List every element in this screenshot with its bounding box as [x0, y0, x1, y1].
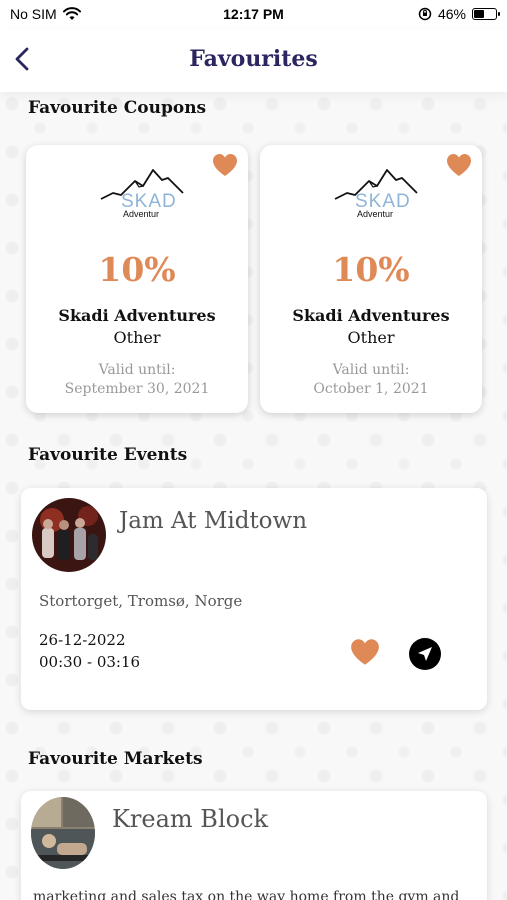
coupon-valid-date: October 1, 2021 [313, 381, 429, 397]
event-location: Stortorget, Tromsø, Norge [39, 592, 243, 610]
event-card[interactable]: Jam At Midtown Stortorget, Tromsø, Norge… [21, 488, 487, 710]
logo-subtext: Adventur [123, 209, 159, 219]
heart-icon[interactable] [212, 153, 238, 177]
heart-icon[interactable] [350, 638, 380, 666]
navigation-bar: Favourites [0, 30, 507, 92]
coupon-vendor-name: Skadi Adventures [58, 306, 216, 325]
coupon-category: Other [347, 328, 395, 347]
status-bar: No SIM 12:17 PM 46% [0, 0, 507, 30]
navigation-arrow-icon[interactable] [409, 638, 441, 670]
coupon-valid-label: Valid until: [332, 362, 410, 378]
heart-icon[interactable] [446, 153, 472, 177]
event-date: 26-12-2022 [39, 631, 126, 649]
battery-percent: 46% [437, 6, 466, 22]
coupon-discount: 10% [98, 250, 176, 289]
coupon-category: Other [113, 328, 161, 347]
page-title: Favourites [189, 46, 318, 72]
market-card[interactable]: Kream Block marketing and sales tax on t… [21, 791, 487, 900]
market-description: marketing and sales tax on the way home … [33, 889, 460, 900]
status-right: 46% [418, 6, 500, 22]
event-time: 00:30 - 03:16 [39, 653, 141, 671]
coupon-valid-date: September 30, 2021 [64, 381, 210, 397]
coupon-vendor-name: Skadi Adventures [292, 306, 450, 325]
market-image [31, 797, 95, 869]
coupon-card[interactable]: SKAD Adventur 10% Skadi Adventures Other… [26, 145, 248, 413]
rotation-lock-icon [418, 7, 432, 21]
event-title: Jam At Midtown [119, 508, 308, 534]
coupon-card[interactable]: SKAD Adventur 10% Skadi Adventures Other… [260, 145, 482, 413]
logo-subtext: Adventur [357, 209, 393, 219]
skadi-logo: SKAD Adventur [334, 169, 418, 219]
coupon-valid-label: Valid until: [98, 362, 176, 378]
section-title-coupons: Favourite Coupons [28, 98, 207, 118]
battery-icon [472, 8, 500, 20]
coupon-discount: 10% [332, 250, 410, 289]
skadi-logo: SKAD Adventur [100, 169, 184, 219]
section-title-events: Favourite Events [28, 445, 188, 465]
battery-fill [474, 10, 484, 18]
event-image [32, 498, 106, 572]
section-title-markets: Favourite Markets [28, 749, 203, 769]
market-title: Kream Block [112, 805, 269, 833]
